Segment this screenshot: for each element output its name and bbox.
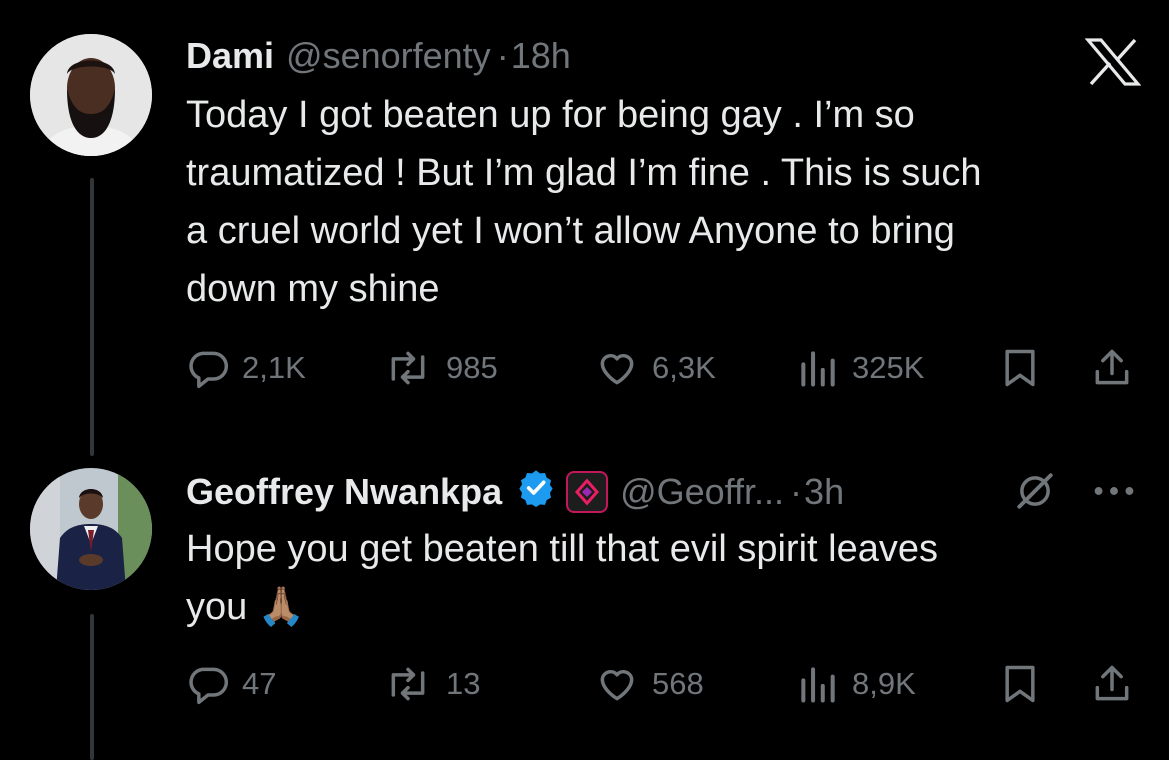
heart-icon <box>600 670 634 701</box>
bookmark-button[interactable] <box>998 659 1042 709</box>
reply-button[interactable]: 47 <box>186 659 276 709</box>
share-button[interactable] <box>1090 343 1134 393</box>
more-options-icon[interactable] <box>1090 470 1138 517</box>
affiliate-badge-icon[interactable] <box>566 471 609 513</box>
author-handle[interactable]: @senorfenty <box>286 34 491 78</box>
thread-connector-1 <box>90 178 94 456</box>
bookmark-button[interactable] <box>998 343 1042 393</box>
repost-button[interactable]: 985 <box>382 343 498 393</box>
author-handle[interactable]: @Geoffr... <box>620 470 784 514</box>
like-count: 568 <box>652 666 704 701</box>
avatar-dami[interactable] <box>30 34 152 156</box>
heart-icon <box>600 354 634 385</box>
bookmark-icon <box>1005 349 1035 387</box>
author-name[interactable]: Dami <box>186 34 274 78</box>
share-button[interactable] <box>1090 659 1134 709</box>
tweet-2-header: Geoffrey Nwankpa @Geoffr... · 3h <box>186 467 844 517</box>
bookmark-icon <box>1005 665 1035 703</box>
tweet-2-actions: 47 13 568 8,9K <box>186 659 1146 709</box>
like-button[interactable]: 6,3K <box>594 343 716 393</box>
x-logo-icon <box>1084 38 1142 91</box>
like-count: 6,3K <box>652 350 716 385</box>
tweet-1-header: Dami @senorfenty · 18h <box>186 34 571 78</box>
reply-icon <box>189 667 229 705</box>
repost-button[interactable]: 13 <box>382 659 480 709</box>
author-name[interactable]: Geoffrey Nwankpa <box>186 470 502 514</box>
thread-connector-2 <box>90 614 94 760</box>
repost-count: 985 <box>446 350 498 385</box>
separator-dot: · <box>790 471 803 512</box>
views-button[interactable]: 8,9K <box>796 659 916 709</box>
views-button[interactable]: 325K <box>796 343 924 393</box>
reply-count: 2,1K <box>242 350 306 385</box>
like-button[interactable]: 568 <box>594 659 704 709</box>
tweet-1-text: Today I got beaten up for being gay . I’… <box>186 94 982 310</box>
view-count: 8,9K <box>852 666 916 701</box>
view-count: 325K <box>852 350 925 385</box>
repost-icon <box>391 667 425 701</box>
reply-button[interactable]: 2,1K <box>186 343 306 393</box>
repost-icon <box>391 351 425 385</box>
repost-count: 13 <box>446 666 481 701</box>
avatar-geoffrey[interactable] <box>30 468 152 590</box>
analytics-icon <box>801 351 835 387</box>
reply-icon <box>189 351 229 389</box>
analytics-icon <box>801 667 835 703</box>
tweet-2-text: Hope you get beaten till that evil spiri… <box>186 528 938 628</box>
tweet-1-actions: 2,1K 985 6,3K 325K <box>186 343 1146 393</box>
share-icon <box>1095 665 1129 701</box>
share-icon <box>1095 349 1129 385</box>
verified-badge-icon <box>516 467 556 517</box>
grok-icon[interactable] <box>1014 470 1056 517</box>
separator-dot: · <box>496 35 509 76</box>
tweet-timestamp[interactable]: 3h <box>804 470 844 514</box>
tweet-timestamp[interactable]: 18h <box>511 34 571 78</box>
reply-count: 47 <box>242 666 277 701</box>
